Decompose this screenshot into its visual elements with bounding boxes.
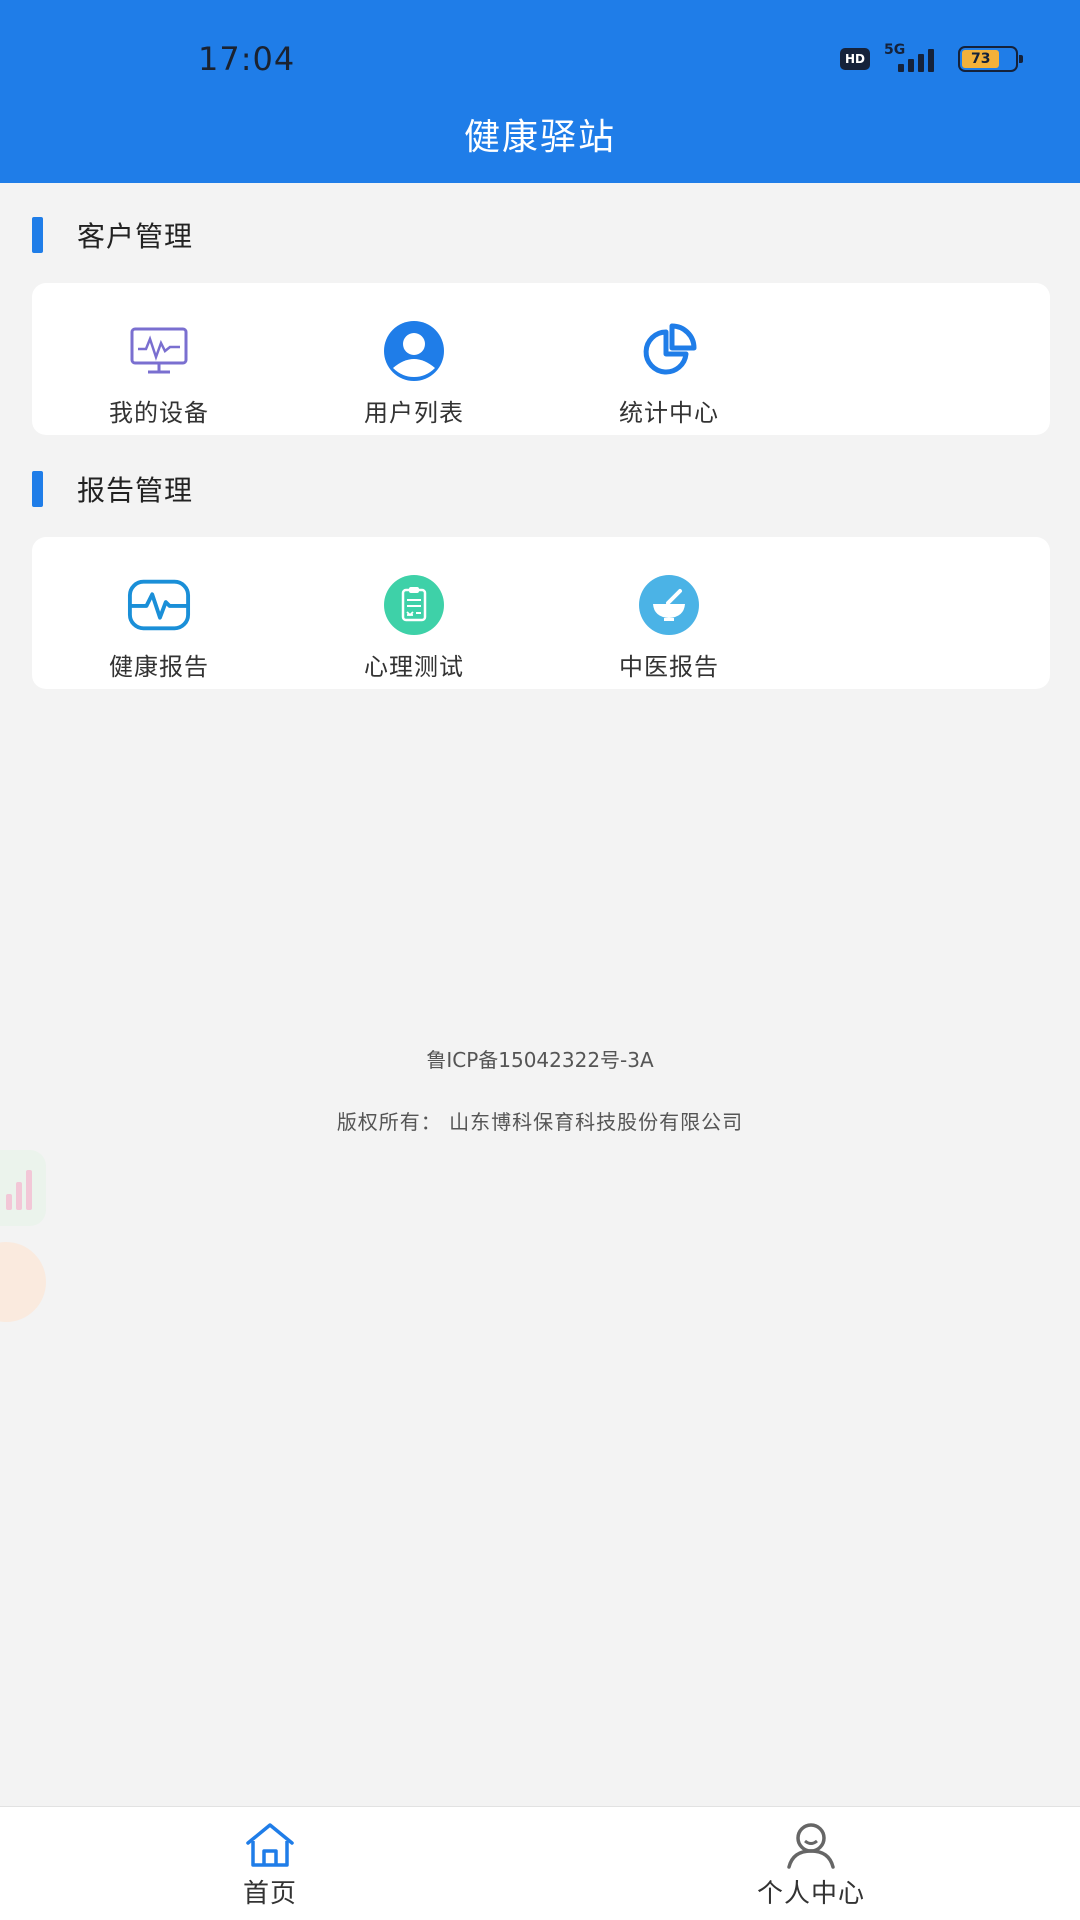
customer-management-card: 我的设备 用户列表 统计中心 bbox=[32, 283, 1050, 435]
section-title-report: 报告管理 bbox=[32, 471, 193, 507]
copyright-text: 版权所有： 山东博科保育科技股份有限公司 bbox=[336, 1110, 744, 1134]
grid-item-label: 统计中心 bbox=[619, 399, 719, 427]
mortar-bowl-icon bbox=[637, 573, 701, 637]
floating-widget[interactable] bbox=[0, 1150, 50, 1330]
home-icon bbox=[242, 1821, 298, 1869]
report-management-card: 健康报告 心理测试 中医报告 bbox=[32, 537, 1050, 689]
float-circle-icon[interactable] bbox=[0, 1242, 46, 1322]
user-circle-icon bbox=[382, 319, 446, 383]
person-icon bbox=[783, 1821, 839, 1869]
status-time: 17:04 bbox=[198, 40, 296, 78]
section-accent-bar bbox=[32, 471, 43, 507]
section-title-text: 客户管理 bbox=[77, 220, 194, 253]
grid-item-label: 中医报告 bbox=[619, 653, 719, 681]
section-title-text: 报告管理 bbox=[77, 474, 194, 507]
chart-bars-icon[interactable] bbox=[0, 1150, 46, 1226]
status-icons: HD 5G 73 bbox=[840, 42, 1023, 74]
grid-item-user-list[interactable]: 用户列表 bbox=[314, 319, 514, 428]
app-header: 17:04 HD 5G 73 健康驿站 bbox=[0, 0, 1080, 183]
tab-label: 首页 bbox=[242, 1879, 297, 1909]
monitor-icon bbox=[127, 319, 191, 383]
grid-item-statistics[interactable]: 统计中心 bbox=[569, 319, 769, 428]
grid-item-label: 心理测试 bbox=[364, 653, 464, 681]
grid-item-label: 我的设备 bbox=[109, 399, 209, 427]
icp-license-text: 鲁ICP备15042322号-3A bbox=[426, 1048, 654, 1072]
section-title-customer: 客户管理 bbox=[32, 217, 193, 253]
grid-item-label: 用户列表 bbox=[364, 399, 464, 427]
signal-icon: 5G bbox=[884, 42, 944, 74]
page-title: 健康驿站 bbox=[463, 117, 616, 158]
heartbeat-icon bbox=[127, 573, 191, 637]
grid-item-my-devices[interactable]: 我的设备 bbox=[59, 319, 259, 428]
hd-badge: HD bbox=[840, 48, 870, 70]
grid-item-health-report[interactable]: 健康报告 bbox=[59, 573, 259, 682]
home-page: 17:04 HD 5G 73 健康驿站 客户管理 我的设备 用户列表 统计中心 … bbox=[0, 0, 1080, 1920]
clipboard-icon bbox=[382, 573, 446, 637]
tab-label: 个人中心 bbox=[756, 1879, 865, 1909]
tab-home[interactable]: 首页 bbox=[170, 1821, 370, 1910]
bottom-tab-bar: 首页 个人中心 bbox=[0, 1806, 1080, 1920]
battery-icon: 73 bbox=[958, 46, 1023, 72]
section-accent-bar bbox=[32, 217, 43, 253]
grid-item-tcm-report[interactable]: 中医报告 bbox=[569, 573, 769, 682]
grid-item-label: 健康报告 bbox=[109, 653, 209, 681]
grid-item-psych-test[interactable]: 心理测试 bbox=[314, 573, 514, 682]
tab-personal-center[interactable]: 个人中心 bbox=[711, 1821, 911, 1910]
pie-chart-icon bbox=[637, 319, 701, 383]
battery-level: 73 bbox=[962, 50, 1000, 68]
